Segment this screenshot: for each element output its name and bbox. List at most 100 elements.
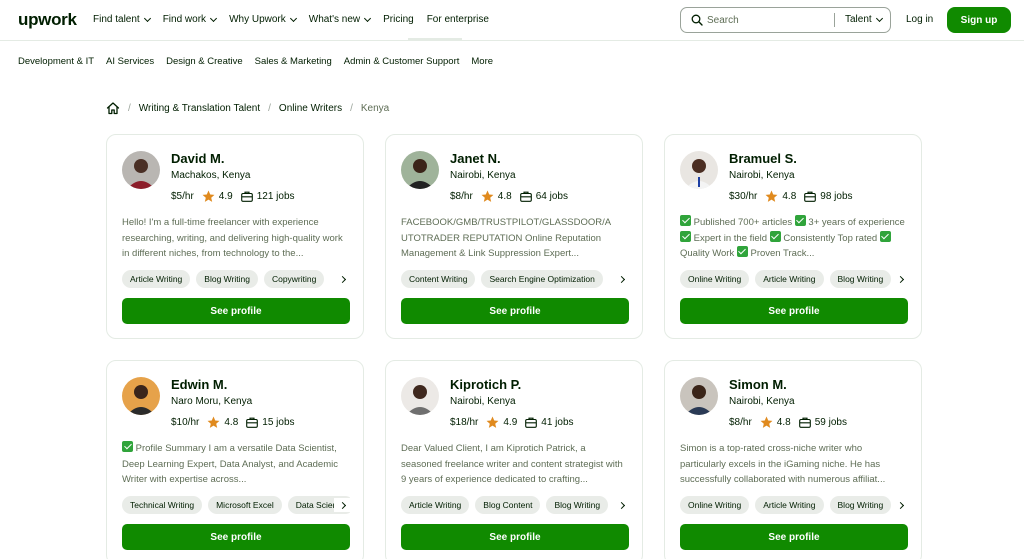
skills-scroll-right-button[interactable]	[334, 498, 350, 512]
see-profile-button[interactable]: See profile	[401, 298, 629, 324]
search-scope-dropdown[interactable]: Talent	[845, 14, 883, 25]
briefcase-icon	[804, 191, 817, 202]
category-ai-services[interactable]: AI Services	[106, 56, 154, 67]
avatar[interactable]	[401, 377, 439, 415]
freelancer-stats: $30/hr 4.8 98 jobs	[729, 190, 853, 203]
freelancer-description: Published 700+ articles 3+ years of expe…	[680, 215, 908, 262]
skill-tag[interactable]: Article Writing	[122, 270, 191, 288]
freelancer-stats: $8/hr 4.8 59 jobs	[729, 416, 847, 429]
chevron-right-icon	[338, 501, 346, 509]
freelancer-location: Nairobi, Kenya	[729, 170, 795, 181]
nav-find-talent[interactable]: Find talent	[93, 14, 151, 25]
star-icon	[207, 416, 220, 428]
nav-why-upwork[interactable]: Why Upwork	[229, 14, 297, 25]
briefcase-icon	[798, 417, 811, 428]
category-bar: Development & IT AI Services Design & Cr…	[18, 56, 493, 67]
see-profile-button[interactable]: See profile	[122, 524, 350, 550]
star-icon	[760, 416, 773, 428]
nav-whats-new[interactable]: What's new	[309, 14, 372, 25]
skills-scroll-right-button[interactable]	[892, 498, 908, 512]
skills-scroll-right-button[interactable]	[613, 272, 629, 286]
freelancer-name[interactable]: Edwin M.	[171, 377, 227, 392]
freelancer-card: Bramuel S. Nairobi, Kenya $30/hr 4.8 98 …	[664, 134, 922, 339]
description-part: Published 700+ articles	[693, 217, 793, 228]
category-sales-marketing[interactable]: Sales & Marketing	[255, 56, 332, 67]
skill-tag[interactable]: Microsoft Excel	[208, 496, 282, 514]
skill-tag[interactable]: Copywriting	[263, 270, 325, 288]
skill-tag[interactable]: Content Writing	[401, 270, 476, 288]
skill-tag[interactable]: Article Writing	[755, 270, 824, 288]
chevron-right-icon	[617, 275, 625, 283]
skill-tag[interactable]: Blog Content	[475, 496, 541, 514]
jobs-count: 98 jobs	[820, 191, 853, 202]
skill-tag[interactable]: Blog Writing	[196, 270, 258, 288]
skills-list: Technical Writing Microsoft Excel Data S…	[122, 496, 350, 514]
skills-scroll-right-button[interactable]	[613, 498, 629, 512]
search-icon	[691, 14, 703, 26]
check-mark-icon	[794, 215, 806, 226]
chevron-right-icon	[896, 501, 904, 509]
upwork-logo[interactable]: upwork	[18, 10, 77, 30]
skill-tag[interactable]: Blog Writing	[829, 270, 892, 288]
avatar[interactable]	[680, 151, 718, 189]
home-icon[interactable]	[106, 101, 120, 115]
avatar[interactable]	[680, 377, 718, 415]
category-design-creative[interactable]: Design & Creative	[166, 56, 243, 67]
breadcrumb-separator: /	[128, 102, 131, 114]
freelancer-location: Nairobi, Kenya	[450, 170, 516, 181]
freelancer-name[interactable]: Bramuel S.	[729, 151, 797, 166]
skills-scroll-right-button[interactable]	[334, 272, 350, 286]
skill-tag[interactable]: Search Engine Optimization	[481, 270, 603, 288]
see-profile-button[interactable]: See profile	[680, 298, 908, 324]
see-profile-button[interactable]: See profile	[122, 298, 350, 324]
breadcrumb-writing-translation[interactable]: Writing & Translation Talent	[139, 103, 260, 114]
nav-find-work[interactable]: Find work	[162, 14, 218, 25]
see-profile-button[interactable]: See profile	[401, 524, 629, 550]
signup-button[interactable]: Sign up	[947, 7, 1011, 33]
skill-tag[interactable]: Article Writing	[755, 496, 824, 514]
avatar[interactable]	[401, 151, 439, 189]
rating-value: 4.8	[776, 417, 791, 428]
freelancer-name[interactable]: Simon M.	[729, 377, 787, 392]
star-icon	[765, 190, 778, 202]
chevron-down-icon	[364, 14, 372, 22]
skill-tag[interactable]: Blog Writing	[546, 496, 609, 514]
category-admin-support[interactable]: Admin & Customer Support	[344, 56, 460, 67]
avatar[interactable]	[122, 151, 160, 189]
category-more[interactable]: More	[471, 56, 493, 67]
skill-tag[interactable]: Online Writing	[680, 270, 750, 288]
freelancer-card: Simon M. Nairobi, Kenya $8/hr 4.8 59 job…	[664, 360, 922, 559]
chevron-right-icon	[338, 275, 346, 283]
rating-value: 4.8	[497, 191, 512, 202]
check-mark-icon	[680, 215, 691, 226]
freelancer-card: Janet N. Nairobi, Kenya $8/hr 4.8 64 job…	[385, 134, 643, 339]
skill-tag[interactable]: Article Writing	[401, 496, 470, 514]
breadcrumb-online-writers[interactable]: Online Writers	[279, 103, 342, 114]
category-development-it[interactable]: Development & IT	[18, 56, 94, 67]
description-part: Proven Track...	[750, 248, 815, 259]
login-link[interactable]: Log in	[906, 14, 933, 25]
check-mark-icon	[879, 230, 891, 242]
nav-label: Find work	[162, 14, 207, 25]
search-divider	[834, 13, 835, 27]
freelancer-name[interactable]: Kiprotich P.	[450, 377, 521, 392]
freelancer-name[interactable]: Janet N.	[450, 151, 501, 166]
chevron-right-icon	[896, 275, 904, 283]
nav-for-enterprise[interactable]: For enterprise	[427, 14, 489, 25]
skills-list: Online Writing Article Writing Blog Writ…	[680, 496, 908, 514]
skills-scroll-right-button[interactable]	[892, 272, 908, 286]
skill-tag[interactable]: Blog Writing	[829, 496, 892, 514]
search-input[interactable]	[707, 12, 827, 28]
jobs-count: 59 jobs	[814, 417, 847, 428]
description-part: Expert in the field	[693, 232, 768, 244]
freelancer-description: Hello! I'm a full-time freelancer with e…	[122, 217, 343, 259]
freelancer-name[interactable]: David M.	[171, 151, 224, 166]
see-profile-button[interactable]: See profile	[680, 524, 908, 550]
skill-tag[interactable]: Online Writing	[680, 496, 750, 514]
hourly-rate: $8/hr	[729, 417, 752, 428]
briefcase-icon	[246, 417, 259, 428]
avatar[interactable]	[122, 377, 160, 415]
skill-tag[interactable]: Technical Writing	[122, 496, 203, 514]
freelancer-location: Naro Moru, Kenya	[171, 396, 253, 407]
nav-pricing[interactable]: Pricing	[383, 14, 414, 25]
